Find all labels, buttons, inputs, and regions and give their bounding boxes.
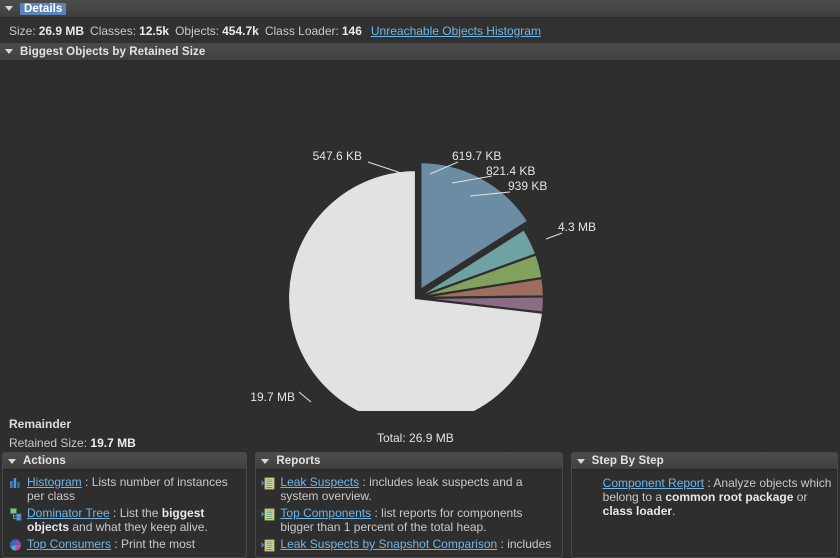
details-section-title: Details [20, 3, 66, 15]
details-section-header[interactable]: Details [0, 0, 840, 18]
stat-label-size: Size: [9, 24, 36, 38]
report-icon [261, 476, 277, 490]
report-icon [261, 507, 277, 521]
pie-slice-label: 939 KB [508, 179, 547, 193]
reports-section-title: Reports [276, 455, 320, 467]
details-stats-row: Size: 26.9 MB Classes: 12.5k Objects: 45… [0, 18, 840, 43]
list-item-text: Dominator Tree : List the biggest object… [27, 506, 242, 534]
unreachable-objects-histogram-link[interactable]: Unreachable Objects Histogram [371, 24, 541, 38]
triangle-down-icon[interactable] [8, 459, 16, 464]
emphasis-text: class loader [603, 504, 672, 518]
report-icon [261, 538, 277, 552]
list-item[interactable]: Leak Suspects : includes leak suspects a… [261, 475, 557, 503]
biggest-objects-section-header[interactable]: Biggest Objects by Retained Size [0, 43, 840, 61]
actions-section-header[interactable]: Actions [3, 453, 246, 470]
bottom-panels: Actions Histogram : Lists number of inst… [0, 452, 840, 558]
list-item[interactable]: Dominator Tree : List the biggest object… [8, 506, 242, 534]
list-item[interactable]: Leak Suspects by Snapshot Comparison : i… [261, 537, 557, 551]
triangle-down-icon[interactable] [577, 459, 585, 464]
report-icon [261, 538, 277, 552]
list-item[interactable]: Top Consumers : Print the most [8, 537, 242, 551]
pie-slice-label: 547.6 KB [313, 149, 362, 163]
report-icon [261, 476, 277, 490]
stat-value-objects: 454.7k [222, 24, 259, 38]
actions-list: Histogram : Lists number of instances pe… [3, 470, 246, 551]
list-item-link[interactable]: Leak Suspects by Snapshot Comparison [280, 537, 497, 551]
step-by-step-panel: Step By Step Component Report : Analyze … [571, 452, 838, 558]
stat-value-class-loader: 146 [342, 24, 362, 38]
dominator-tree-icon [8, 507, 24, 521]
remainder-retained-value: 19.7 MB [90, 436, 135, 450]
list-item-text: Top Consumers : Print the most [27, 537, 195, 551]
list-item-link[interactable]: Leak Suspects [280, 475, 359, 489]
histogram-icon [8, 476, 24, 490]
retained-size-pie-chart[interactable]: 4.3 MB 939 KB821.4 KB619.7 KB 547.6 KB 19.7… [0, 61, 840, 411]
pie-slice-label: 619.7 KB [452, 149, 501, 163]
stat-value-classes: 12.5k [139, 24, 169, 38]
pie-leader-line [299, 392, 311, 402]
list-item-link[interactable]: Top Consumers [27, 537, 111, 551]
top-consumers-icon [8, 538, 24, 552]
list-item-link[interactable]: Component Report [603, 476, 704, 490]
list-item[interactable]: Histogram : Lists number of instances pe… [8, 475, 242, 503]
list-item-link[interactable]: Dominator Tree [27, 506, 110, 520]
stat-label-objects: Objects: [175, 24, 219, 38]
emphasis-text: common root package [665, 490, 793, 504]
pie-leader-line [368, 162, 404, 174]
step-by-step-section-title: Step By Step [592, 455, 664, 467]
dominator-tree-icon [8, 507, 24, 521]
step-by-step-list: Component Report : Analyze objects which… [572, 470, 837, 518]
step-by-step-section-header[interactable]: Step By Step [572, 453, 837, 470]
pie-slice-label: 19.7 MB [250, 390, 295, 404]
list-item-link[interactable]: Top Components [280, 506, 371, 520]
triangle-down-icon[interactable] [5, 49, 13, 54]
triangle-down-icon[interactable] [261, 459, 269, 464]
list-item-text: Leak Suspects by Snapshot Comparison : i… [280, 537, 551, 551]
actions-section-title: Actions [23, 455, 66, 467]
list-item-link[interactable]: Histogram [27, 475, 82, 489]
pie-slice-label: 4.3 MB [558, 220, 596, 234]
pie-slice-label: 821.4 KB [486, 164, 535, 178]
stat-label-classes: Classes: [90, 24, 136, 38]
reports-panel: Reports Leak Suspects : includes leak su… [255, 452, 562, 558]
reports-section-header[interactable]: Reports [256, 453, 561, 470]
actions-panel: Actions Histogram : Lists number of inst… [2, 452, 247, 558]
list-item-text: Leak Suspects : includes leak suspects a… [280, 475, 557, 503]
list-item[interactable]: Component Report : Analyze objects which… [603, 476, 833, 518]
list-item-text: Top Components : list reports for compon… [280, 506, 557, 534]
remainder-title: Remainder [9, 417, 840, 431]
stat-value-size: 26.9 MB [39, 24, 84, 38]
pie-chart-area: 4.3 MB 939 KB821.4 KB619.7 KB 547.6 KB 19.7… [0, 61, 840, 411]
list-item-text: Component Report : Analyze objects which… [603, 476, 833, 518]
biggest-objects-section-title: Biggest Objects by Retained Size [20, 46, 205, 58]
histogram-icon [8, 476, 24, 490]
list-item-text: Histogram : Lists number of instances pe… [27, 475, 242, 503]
stat-label-class-loader: Class Loader: [265, 24, 339, 38]
remainder-retained-label: Retained Size: [9, 436, 87, 450]
reports-list: Leak Suspects : includes leak suspects a… [256, 470, 561, 551]
list-item[interactable]: Top Components : list reports for compon… [261, 506, 557, 534]
triangle-down-icon[interactable] [5, 6, 13, 11]
report-icon [261, 507, 277, 521]
top-consumers-icon [8, 538, 24, 552]
pie-total-label: Total: 26.9 MB [377, 431, 454, 445]
